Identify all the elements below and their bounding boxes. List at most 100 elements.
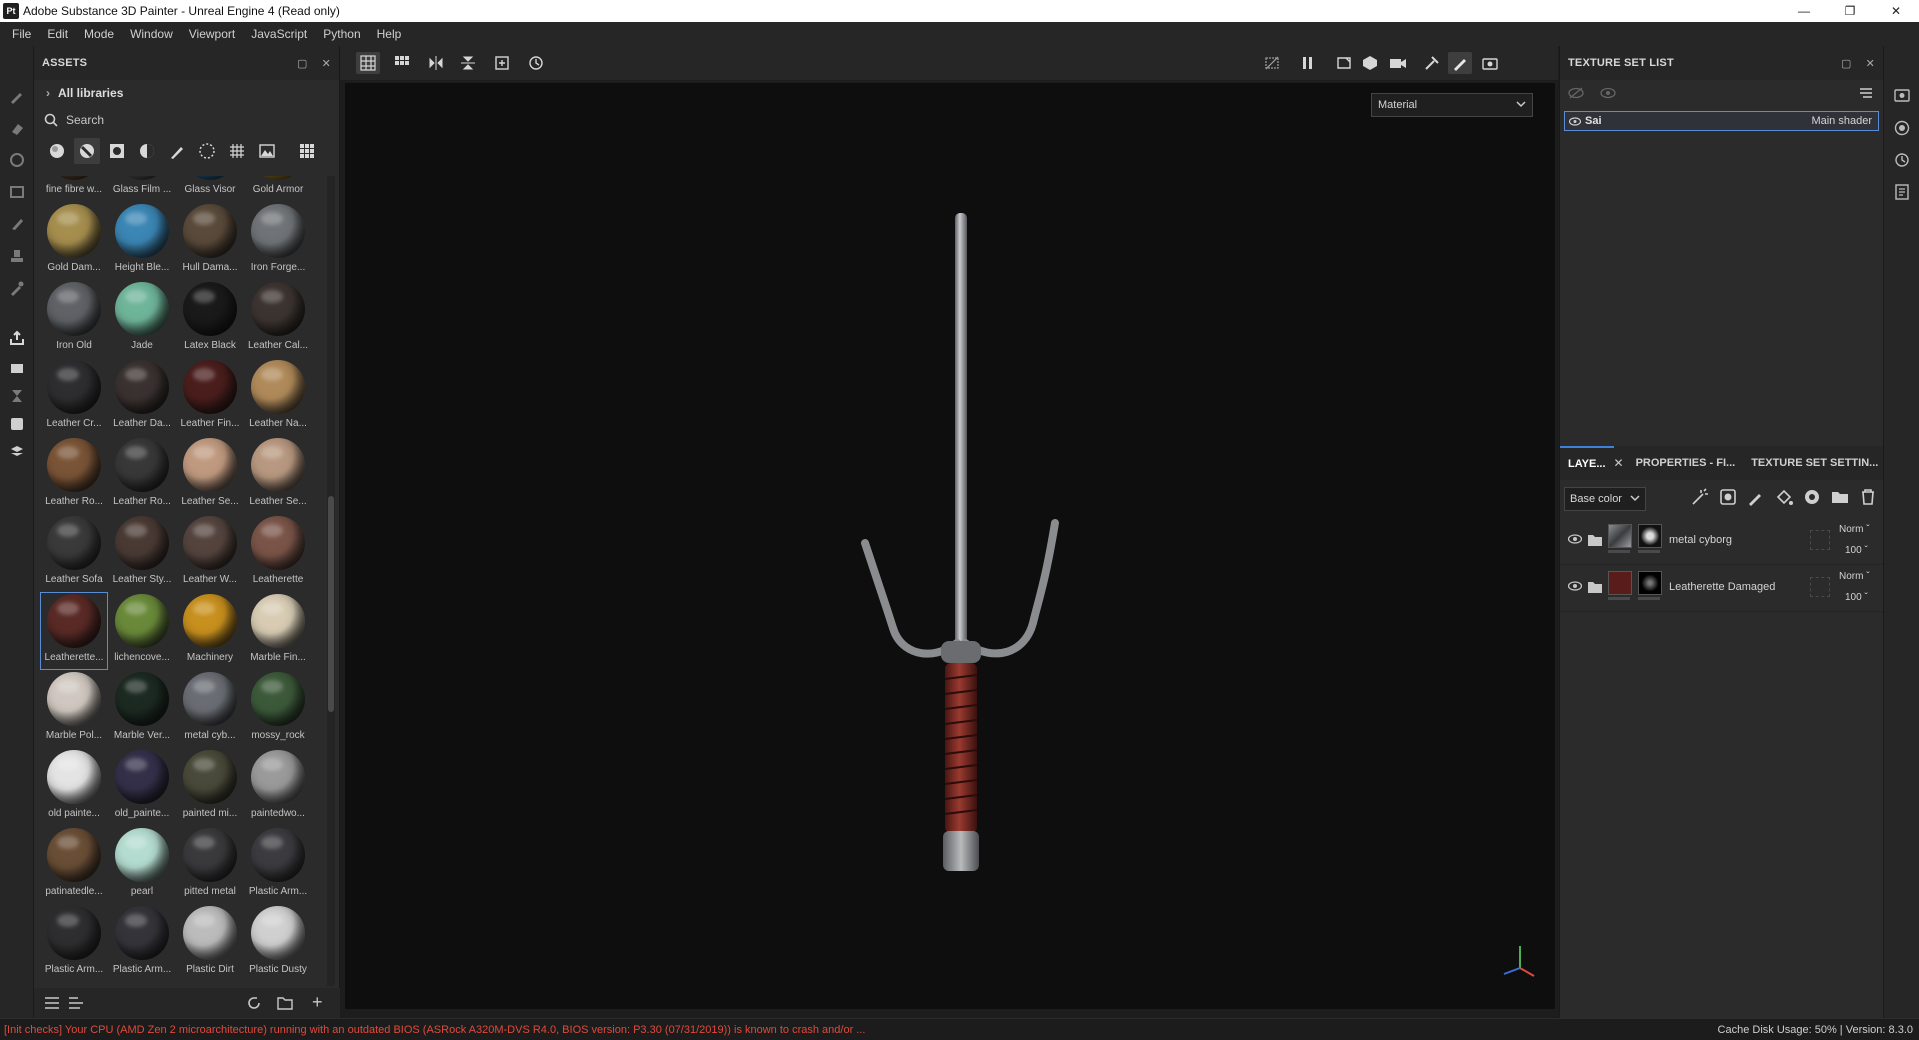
menu-window[interactable]: Window [122, 22, 181, 46]
camera-icon[interactable] [1386, 52, 1410, 74]
smart-material-filter-icon[interactable] [44, 138, 70, 164]
asset-tile[interactable]: Plastic Arm... [108, 904, 176, 982]
asset-tile[interactable]: Leather Se... [244, 436, 312, 514]
asset-tile[interactable]: Machinery [176, 592, 244, 670]
grid-view-icon[interactable] [294, 138, 320, 164]
close-button[interactable]: ✕ [1873, 0, 1919, 22]
asset-tile[interactable]: Plastic Arm... [40, 904, 108, 982]
projection-icon[interactable] [7, 150, 27, 170]
log-icon[interactable] [1892, 182, 1912, 202]
assets-search[interactable]: Search [34, 106, 339, 134]
lighting-icon[interactable] [1420, 52, 1444, 74]
asset-tile[interactable]: Plastic Arm... [244, 826, 312, 904]
opacity-value[interactable]: 100 ˇ [1845, 592, 1868, 603]
close-panel-icon[interactable]: ✕ [1866, 57, 1875, 70]
menu-help[interactable]: Help [369, 22, 410, 46]
eye-icon[interactable] [1568, 534, 1582, 544]
asset-tile[interactable]: Marble Fin... [244, 592, 312, 670]
add-mask-icon[interactable] [1719, 488, 1737, 506]
paint-mode-icon[interactable] [1448, 52, 1472, 74]
mask-slot[interactable] [1810, 577, 1830, 597]
asset-tile[interactable]: pearl [108, 826, 176, 904]
menu-viewport[interactable]: Viewport [181, 22, 243, 46]
search-input[interactable]: Search [66, 113, 104, 127]
asset-tile[interactable]: Leather W... [176, 514, 244, 592]
asset-tile[interactable]: Leather Na... [244, 358, 312, 436]
tab-properties[interactable]: PROPERTIES - FI... [1628, 446, 1744, 480]
material-picker-icon[interactable] [7, 278, 27, 298]
sort-icon[interactable] [68, 996, 84, 1010]
add-icon[interactable]: + [312, 992, 323, 1013]
hide-all-icon[interactable] [1568, 87, 1584, 99]
list-view-icon[interactable] [44, 996, 60, 1010]
brush-filter-icon[interactable] [164, 138, 190, 164]
menu-javascript[interactable]: JavaScript [243, 22, 315, 46]
viewer-settings-icon[interactable] [7, 414, 27, 434]
asset-tile[interactable]: Gold Dam... [40, 202, 108, 280]
blend-mode-select[interactable]: Norm ˇ [1839, 524, 1870, 535]
symmetry-y-icon[interactable] [456, 52, 480, 74]
asset-tile[interactable]: lichencove... [108, 592, 176, 670]
asset-tile[interactable]: Glass Film ... [108, 176, 176, 202]
fit-view-icon[interactable] [490, 52, 514, 74]
texture-set-list-icon[interactable] [1892, 86, 1912, 106]
asset-tile[interactable]: old_painte... [108, 748, 176, 826]
polygon-fill-icon[interactable] [7, 182, 27, 202]
add-fill-layer-icon[interactable] [1775, 488, 1793, 506]
status-warning[interactable]: [Init checks] Your CPU (AMD Zen 2 microa… [0, 1024, 865, 1036]
close-tab-icon[interactable]: ✕ [1614, 456, 1624, 470]
tab-layers[interactable]: LAYE... [1560, 446, 1614, 480]
shader-settings-icon[interactable] [7, 442, 27, 462]
asset-tile[interactable]: Leather Sty... [108, 514, 176, 592]
channel-select[interactable]: Base color [1564, 487, 1646, 511]
asset-tile[interactable]: mossy_rock [244, 670, 312, 748]
eye-icon[interactable] [1569, 116, 1581, 126]
asset-tile[interactable]: Iron Forge... [244, 202, 312, 280]
mask-slot[interactable] [1810, 530, 1830, 550]
asset-tile[interactable]: Leatherette [244, 514, 312, 592]
2d-view-icon[interactable] [1332, 52, 1356, 74]
history-icon[interactable] [524, 52, 548, 74]
texture-set-shader[interactable]: Main shader [1811, 115, 1872, 127]
scrollbar-thumb[interactable] [328, 496, 334, 712]
clone-stamp-icon[interactable] [7, 246, 27, 266]
assets-scrollbar[interactable] [327, 176, 335, 986]
minimize-button[interactable]: — [1781, 0, 1827, 22]
smudge-icon[interactable] [7, 214, 27, 234]
asset-tile[interactable]: patinatedle... [40, 826, 108, 904]
tab-texture-set-settings[interactable]: TEXTURE SET SETTIN... [1743, 446, 1886, 480]
environment-filter-icon[interactable] [254, 138, 280, 164]
viewport-3d[interactable]: Material [345, 83, 1555, 1009]
asset-tile[interactable]: Gold Armor [244, 176, 312, 202]
folder-icon[interactable] [277, 995, 293, 1011]
symmetry-x-icon[interactable] [424, 52, 448, 74]
asset-tile[interactable]: old painte... [40, 748, 108, 826]
shader-settings-icon[interactable] [1892, 118, 1912, 138]
grid-select-icon[interactable] [356, 52, 380, 74]
menu-python[interactable]: Python [315, 22, 368, 46]
particle-filter-icon[interactable] [194, 138, 220, 164]
add-smart-material-icon[interactable] [1803, 488, 1821, 506]
asset-tile[interactable]: Glass Visor [176, 176, 244, 202]
hide-ui-icon[interactable] [1260, 52, 1284, 74]
asset-tile[interactable]: Jade [108, 280, 176, 358]
asset-tile[interactable]: Plastic Dusty [244, 904, 312, 982]
paint-brush-icon[interactable] [7, 86, 27, 106]
material-filter-icon[interactable] [74, 138, 100, 164]
layer-row[interactable]: Leatherette Damaged Norm ˇ 100 ˇ [1560, 565, 1883, 612]
screenshot-icon[interactable] [1478, 52, 1502, 74]
asset-tile[interactable]: Leatherette... [40, 592, 108, 670]
asset-tile[interactable]: Latex Black [176, 280, 244, 358]
asset-tile[interactable]: Leather Ro... [40, 436, 108, 514]
eye-icon[interactable] [1568, 581, 1582, 591]
asset-tile[interactable]: Height Ble... [108, 202, 176, 280]
uv-tiles-icon[interactable] [390, 52, 414, 74]
layer-row[interactable]: metal cyborg Norm ˇ 100 ˇ [1560, 518, 1883, 565]
asset-tile[interactable]: Leather Fin... [176, 358, 244, 436]
generator-filter-icon[interactable] [134, 138, 160, 164]
asset-tile[interactable]: Marble Ver... [108, 670, 176, 748]
show-all-icon[interactable] [1600, 87, 1616, 99]
history-icon[interactable] [1892, 150, 1912, 170]
asset-tile[interactable]: pitted metal [176, 826, 244, 904]
bake-icon[interactable] [7, 358, 27, 378]
